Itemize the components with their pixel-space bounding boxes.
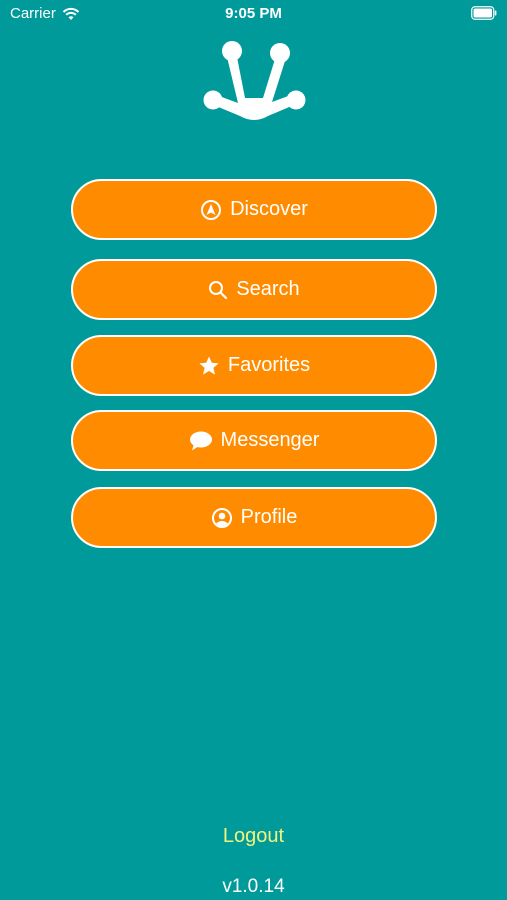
search-label: Search	[236, 278, 300, 300]
frog-foot-logo	[203, 41, 306, 120]
search-button[interactable]: Search	[71, 259, 437, 320]
user-circle-icon	[211, 507, 232, 528]
app-version: v1.0.14	[222, 876, 285, 897]
messenger-button[interactable]: Messenger	[71, 410, 437, 471]
logout-link[interactable]: Logout	[0, 825, 507, 848]
profile-button[interactable]: Profile	[71, 487, 437, 548]
profile-label: Profile	[240, 506, 298, 528]
favorites-label: Favorites	[227, 354, 311, 376]
favorites-button[interactable]: Favorites	[71, 335, 437, 396]
status-bar: Carrier 9:05 PM	[0, 0, 507, 28]
search-icon	[209, 280, 228, 299]
battery-icon	[471, 6, 497, 20]
discover-button[interactable]: Discover	[71, 179, 437, 240]
compass-icon	[201, 199, 222, 220]
status-time: 9:05 PM	[225, 5, 282, 22]
chat-bubble-icon	[189, 431, 212, 450]
star-icon	[199, 356, 219, 375]
discover-label: Discover	[230, 198, 308, 220]
messenger-label: Messenger	[220, 429, 320, 451]
